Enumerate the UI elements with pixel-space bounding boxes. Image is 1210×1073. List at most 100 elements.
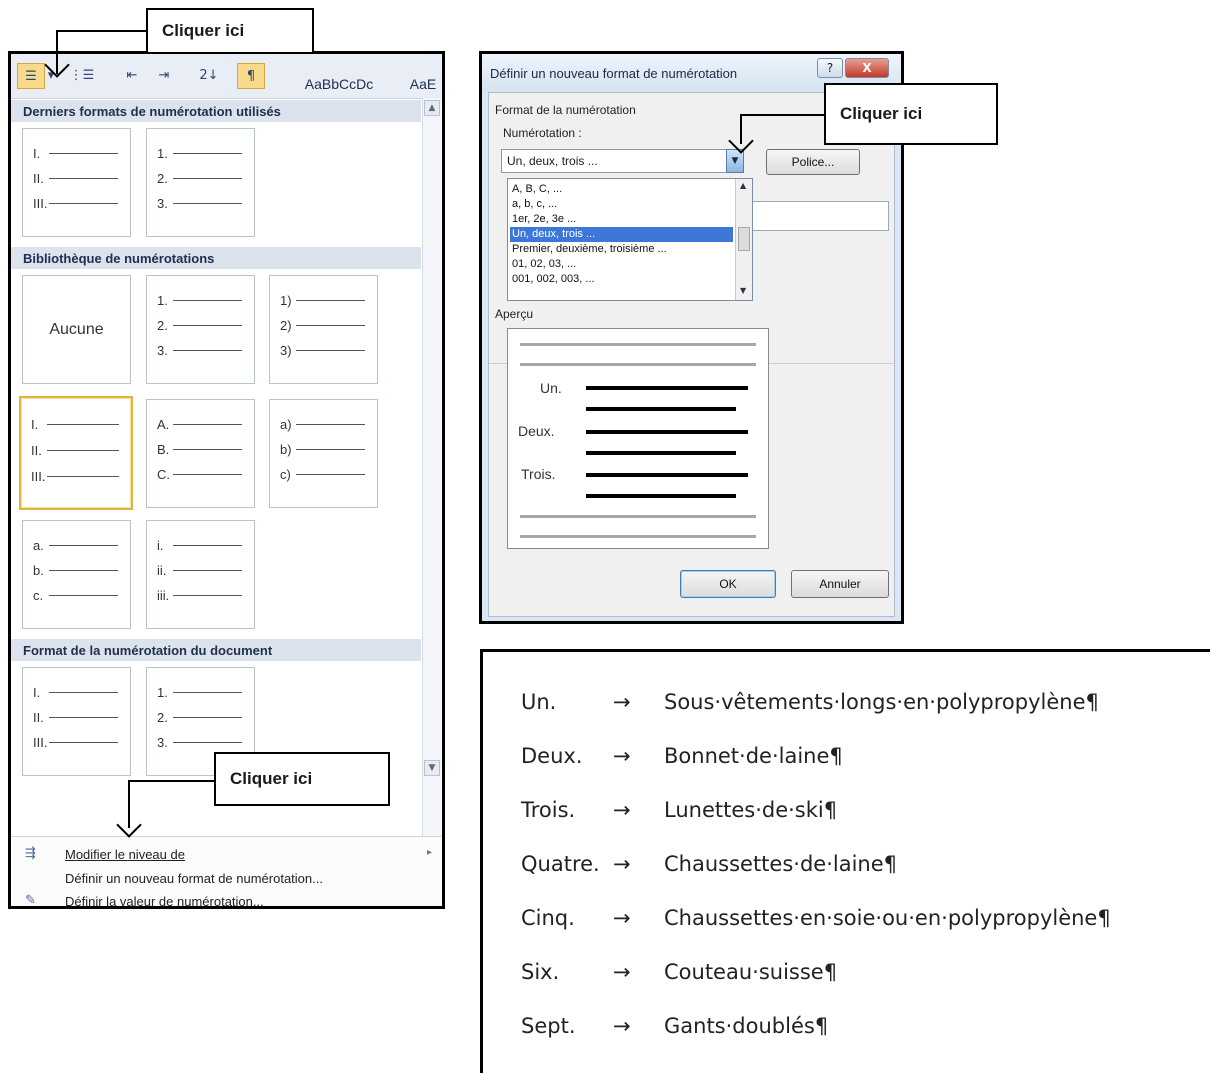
tile-label: 1.	[157, 145, 168, 161]
preview-line	[586, 473, 748, 477]
style-preview-label: AaE	[409, 76, 437, 92]
tile-label: 3)	[280, 342, 292, 358]
tile-library-upper-alpha[interactable]: A. B. C.	[146, 399, 255, 508]
number-format-field[interactable]	[739, 201, 889, 231]
section-document-formats: Format de la numérotation du document	[11, 639, 421, 661]
tile-label: iii.	[157, 587, 170, 603]
preview-label: Aperçu	[495, 307, 534, 321]
tile-label: 3.	[157, 342, 168, 358]
tile-library-arabic-paren[interactable]: 1) 2) 3)	[269, 275, 378, 384]
list-text: Couteau·suisse¶	[664, 960, 838, 984]
menu-set-numbering-value[interactable]: Définir la valeur de numérotation...	[65, 894, 264, 906]
scroll-down-button[interactable]: ▼	[424, 760, 440, 776]
menu-change-list-level[interactable]: Modifier le niveau de	[65, 847, 185, 862]
tile-library-lower-roman[interactable]: i. ii. iii.	[146, 520, 255, 629]
list-number: Trois.	[521, 798, 576, 822]
show-marks-button[interactable]: ¶	[237, 63, 265, 89]
decrease-indent-button[interactable]: ⇤	[119, 63, 145, 87]
gallery-scrollbar[interactable]	[422, 98, 442, 846]
list-item[interactable]: Premier, deuxième, troisième ...	[510, 242, 733, 257]
tile-library-lower-alpha-paren[interactable]: a) b) c)	[269, 399, 378, 508]
list-text: Sous·vêtements·longs·en·polypropylène¶	[664, 690, 1099, 714]
list-scroll-thumb[interactable]	[738, 227, 750, 251]
tab-arrow-icon: →	[613, 1014, 631, 1038]
tile-label: C.	[157, 466, 170, 482]
tile-label: B.	[157, 441, 170, 457]
numbering-button[interactable]: ☰	[17, 63, 45, 89]
style-preview-label: AaBbCcDc	[304, 76, 374, 92]
font-button[interactable]: Police...	[766, 149, 860, 175]
gallery-menu: ⇶ Modifier le niveau de ▸ Définir un nou…	[11, 836, 442, 906]
tile-label: ii.	[157, 562, 167, 578]
sort-icon: 2↓	[199, 67, 219, 83]
tile-none-label: Aucune	[49, 320, 104, 338]
help-button[interactable]: ?	[817, 58, 843, 78]
tile-document-roman[interactable]: I. II. III.	[22, 667, 131, 776]
numbering-style-list[interactable]: A, B, C, ... a, b, c, ... 1er, 2e, 3e ..…	[507, 178, 753, 301]
tile-label: a.	[33, 537, 44, 553]
cancel-button[interactable]: Annuler	[791, 570, 889, 598]
tile-label: c.	[33, 587, 44, 603]
callout-arrow-line	[740, 114, 824, 116]
list-item[interactable]: 1er, 2e, 3e ...	[510, 212, 733, 227]
preview-number: Un.	[540, 380, 562, 396]
menu-define-new-number-format[interactable]: Définir un nouveau format de numérotatio…	[65, 871, 323, 886]
style-preview-normal[interactable]: AaBbCcDc	[289, 74, 389, 94]
tab-arrow-icon: →	[613, 906, 631, 930]
increase-indent-icon: ⇥	[158, 67, 170, 83]
tile-library-roman-selected[interactable]: I. II. III.	[19, 396, 133, 510]
tile-label: I.	[33, 145, 41, 161]
decrease-indent-icon: ⇤	[126, 67, 138, 83]
list-text: Chaussettes·en·soie·ou·en·polypropylène¶	[664, 906, 1111, 930]
numbering-style-combo[interactable]: Un, deux, trois ...	[501, 149, 744, 173]
tab-arrow-icon: →	[613, 960, 631, 984]
list-item[interactable]: a, b, c, ...	[510, 197, 733, 212]
scroll-up-button[interactable]: ▲	[424, 100, 440, 116]
list-item[interactable]: 01, 02, 03, ...	[510, 257, 733, 272]
tile-label: II.	[31, 442, 42, 458]
list-item-selected[interactable]: Un, deux, trois ...	[510, 227, 733, 242]
chevron-down-icon: ▼	[731, 156, 739, 166]
tile-label: c)	[280, 466, 291, 482]
tile-recent-arabic[interactable]: 1. 2. 3.	[146, 128, 255, 237]
tile-none[interactable]: Aucune	[22, 275, 131, 384]
multilevel-list-button[interactable]: ⋮☰	[65, 63, 99, 87]
chevron-down-icon: ▼	[428, 763, 436, 773]
dialog-title: Définir un nouveau format de numérotatio…	[490, 66, 738, 81]
callout-click-here-dropdown: Cliquer ici	[824, 83, 998, 145]
tile-label: 2.	[157, 709, 168, 725]
preview-line	[520, 343, 756, 346]
preview-line	[586, 386, 748, 390]
list-item[interactable]: A, B, C, ...	[510, 182, 733, 197]
tile-label: I.	[33, 684, 41, 700]
list-text: Lunettes·de·ski¶	[664, 798, 838, 822]
tile-recent-roman[interactable]: I. II. III.	[22, 128, 131, 237]
ok-button[interactable]: OK	[680, 570, 776, 598]
chevron-up-icon: ▲	[740, 181, 747, 190]
callout-click-here-numbering: Cliquer ici	[146, 8, 314, 54]
increase-indent-button[interactable]: ⇥	[151, 63, 177, 87]
list-number: Sept.	[521, 1014, 576, 1038]
tile-library-arabic-dot[interactable]: 1. 2. 3.	[146, 275, 255, 384]
tile-label: 1.	[157, 292, 168, 308]
list-scrollbar[interactable]: ▲ ▼	[735, 179, 752, 300]
section-numbering-library: Bibliothèque de numérotations	[11, 247, 421, 269]
section-recent-formats: Derniers formats de numérotation utilisé…	[11, 100, 421, 122]
close-button[interactable]: X	[845, 58, 889, 78]
tile-library-lower-alpha[interactable]: a. b. c.	[22, 520, 131, 629]
tile-label: 3.	[157, 734, 168, 750]
tile-label: 2.	[157, 317, 168, 333]
callout-click-here-define-format: Cliquer ici	[214, 752, 390, 806]
tile-label: 1.	[157, 684, 168, 700]
list-item[interactable]: 001, 002, 003, ...	[510, 272, 733, 287]
list-text: Gants·doublés¶	[664, 1014, 829, 1038]
style-preview-next[interactable]: AaE	[403, 74, 442, 94]
list-number: Deux.	[521, 744, 583, 768]
paragraph-toolbar: ☰ ▾ ⋮☰ ⇤ ⇥ 2↓ ¶ AaBbCcDc AaE	[11, 54, 442, 99]
preview-line	[586, 430, 748, 434]
sort-button[interactable]: 2↓	[195, 63, 223, 87]
tile-label: 2.	[157, 170, 168, 186]
tile-label: b.	[33, 562, 44, 578]
tile-label: a)	[280, 416, 292, 432]
preview-line	[520, 363, 756, 366]
